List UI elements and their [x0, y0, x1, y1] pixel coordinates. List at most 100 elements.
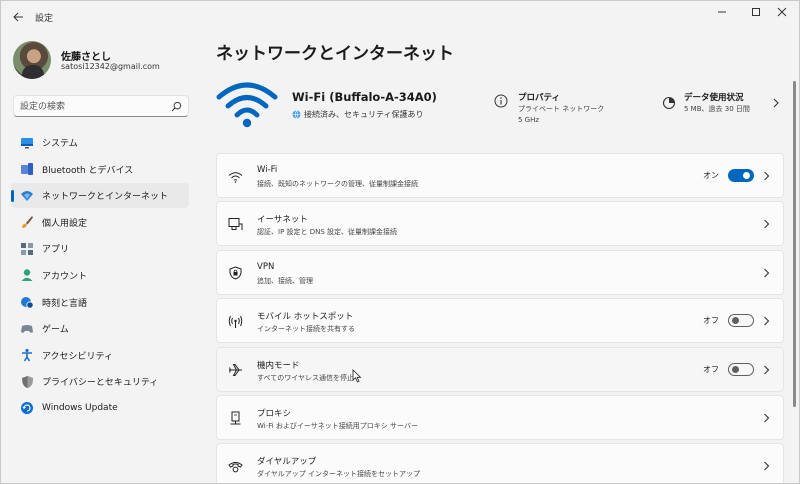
wifi-icon: [228, 169, 243, 184]
sidebar-item-gaming[interactable]: ゲーム: [11, 316, 189, 341]
gamepad-icon: [20, 322, 34, 336]
search-icon[interactable]: [171, 101, 182, 112]
airplane-icon: [228, 363, 243, 378]
sidebar-item-label: システム: [42, 139, 78, 149]
card-proxy[interactable]: プロキシ Wi-Fi およびイーサネット接続用プロキシ サーバー: [216, 394, 784, 440]
data-usage-summary: 5 MB、過去 30 日間: [684, 105, 750, 113]
card-title: イーサネット: [257, 215, 308, 226]
connection-status: 接続済み、セキュリティ保護あり: [292, 109, 424, 120]
chevron-right-icon: [764, 268, 770, 278]
minimize-icon: [718, 11, 726, 13]
network-profile-type: プライベート ネットワーク: [518, 105, 605, 113]
airplane-toggle[interactable]: [728, 362, 754, 376]
user-name: 佐藤さとし: [61, 52, 111, 63]
data-usage-button[interactable]: データ使用状況 5 MB、過去 30 日間: [662, 90, 784, 120]
properties-title: プロパティ: [518, 93, 560, 103]
card-title: 機内モード: [257, 360, 300, 371]
sidebar-item-windows-update[interactable]: Windows Update: [11, 396, 189, 421]
chevron-right-icon: [764, 316, 770, 326]
sidebar-item-label: ゲーム: [42, 325, 69, 336]
sidebar-item-accounts[interactable]: アカウント: [11, 263, 189, 288]
card-subtitle: Wi-Fi およびイーサネット接続用プロキシ サーバー: [257, 421, 418, 430]
sidebar-item-label: 個人用設定: [42, 218, 88, 229]
user-profile[interactable]: 佐藤さとし satosi12342@gmail.com: [13, 41, 203, 81]
card-title: ダイヤルアップ: [257, 457, 317, 468]
update-icon: [20, 401, 34, 415]
sidebar-nav: システム Bluetooth とデバイス ネットワークとインターネット 個人用設…: [11, 130, 189, 423]
card-title: モバイル ホットスポット: [257, 312, 354, 323]
close-button[interactable]: [763, 1, 799, 23]
sidebar-item-accessibility[interactable]: アクセシビリティ: [11, 343, 189, 368]
sidebar-item-label: Bluetooth とデバイス: [42, 165, 134, 176]
network-icon: [20, 189, 34, 203]
sidebar-item-label: ネットワークとインターネット: [42, 192, 169, 203]
network-status-header: Wi-Fi (Buffalo-A-34A0) 接続済み、セキュリティ保護あり プ…: [216, 77, 784, 137]
app-title: 設定: [35, 14, 54, 24]
sidebar-item-network[interactable]: ネットワークとインターネット: [11, 183, 189, 209]
card-subtitle: 追加、接続、管理: [257, 276, 313, 285]
user-email: satosi12342@gmail.com: [61, 62, 160, 71]
proxy-icon: [228, 411, 243, 426]
card-wifi[interactable]: Wi-Fi 接続、既知のネットワークの管理、従量制課金接続 オン: [216, 153, 784, 198]
ethernet-icon: [228, 217, 243, 232]
title-bar: 設定: [1, 1, 799, 33]
card-dialup[interactable]: ダイヤルアップ ダイヤルアップ インターネット接続をセットアップ: [216, 443, 784, 483]
hotspot-icon: [228, 314, 243, 329]
scrollbar[interactable]: [793, 81, 796, 407]
card-mobile-hotspot[interactable]: モバイル ホットスポット インターネット接続を共有する オフ: [216, 298, 784, 344]
sidebar-item-label: アクセシビリティ: [42, 351, 114, 362]
dialup-icon: [228, 459, 243, 474]
card-subtitle: インターネット接続を共有する: [257, 325, 355, 334]
settings-list: Wi-Fi 接続、既知のネットワークの管理、従量制課金接続 オン イーサネット …: [216, 153, 784, 483]
toggle-state-label: オフ: [703, 316, 719, 326]
minimize-button[interactable]: [703, 1, 741, 23]
sidebar-item-bluetooth[interactable]: Bluetooth とデバイス: [11, 157, 189, 182]
search-box[interactable]: [13, 95, 189, 117]
wifi-toggle[interactable]: [728, 169, 754, 182]
card-subtitle: すべてのワイヤレス通信を停止: [257, 373, 355, 382]
sidebar-item-apps[interactable]: アプリ: [11, 236, 189, 261]
maximize-icon: [752, 8, 760, 16]
card-subtitle: 認証、IP 設定と DNS 設定、従量制課金接続: [257, 228, 398, 237]
card-subtitle: 接続、既知のネットワークの管理、従量制課金接続: [257, 180, 418, 188]
search-input[interactable]: [20, 99, 170, 114]
globe-icon: [292, 110, 301, 119]
sidebar-item-privacy[interactable]: プライバシーとセキュリティ: [11, 369, 189, 394]
mouse-cursor-icon: [352, 369, 362, 383]
wifi-toggle-group: オン: [703, 169, 754, 182]
toggle-state-label: オン: [703, 171, 719, 180]
properties-button[interactable]: プロパティ プライベート ネットワーク 5 GHz: [494, 90, 614, 130]
apps-icon: [20, 242, 34, 256]
chevron-right-icon: [773, 98, 779, 108]
chevron-right-icon: [764, 461, 770, 471]
card-subtitle: ダイヤルアップ インターネット接続をセットアップ: [257, 470, 421, 479]
close-icon: [777, 7, 787, 17]
airplane-toggle-group: オフ: [703, 362, 754, 376]
sidebar-item-label: アプリ: [42, 245, 70, 256]
data-usage-icon: [662, 96, 676, 110]
sidebar-item-time-language[interactable]: 時刻と言語: [11, 290, 189, 315]
globe-clock-icon: [20, 295, 34, 309]
back-arrow-icon: [12, 12, 23, 22]
wifi-large-icon: [216, 82, 278, 128]
card-title: VPN: [257, 261, 275, 272]
back-button[interactable]: [7, 7, 29, 27]
hotspot-toggle-group: オフ: [703, 314, 754, 328]
monitor-icon: [20, 136, 34, 150]
card-title: Wi-Fi: [257, 165, 278, 175]
settings-window: 設定 佐藤さとし satosi12342@gmail.com システム Blue…: [0, 0, 800, 484]
page-title: ネットワークとインターネット: [216, 44, 454, 64]
bluetooth-devices-icon: [20, 162, 34, 176]
sidebar-item-system[interactable]: システム: [11, 130, 189, 155]
brush-icon: [20, 215, 34, 229]
card-airplane-mode[interactable]: 機内モード すべてのワイヤレス通信を停止 オフ: [216, 346, 784, 392]
sidebar-item-personalization[interactable]: 個人用設定: [11, 210, 189, 235]
card-ethernet[interactable]: イーサネット 認証、IP 設定と DNS 設定、従量制課金接続: [216, 201, 784, 247]
sidebar-item-label: アカウント: [42, 271, 88, 282]
account-icon: [20, 268, 34, 282]
hotspot-toggle[interactable]: [728, 314, 754, 328]
card-vpn[interactable]: VPN 追加、接続、管理: [216, 249, 784, 295]
chevron-right-icon: [764, 365, 770, 374]
vpn-shield-icon: [228, 266, 243, 281]
sidebar-item-label: 時刻と言語: [42, 298, 88, 309]
